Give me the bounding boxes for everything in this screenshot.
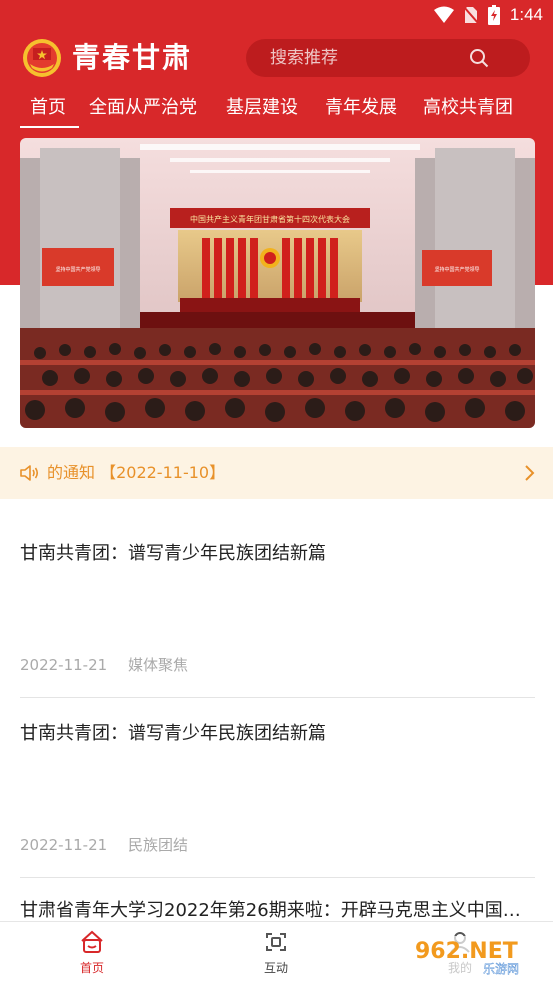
tab-youth-development[interactable]: 青年发展	[325, 92, 397, 124]
active-tab-indicator	[20, 126, 79, 128]
banner-carousel[interactable]: 坚持中国共产党领导 坚持中国共产党领导 中国共产主义青年团甘肃省第十四次代表大会	[20, 138, 535, 428]
nav-home-label: 首页	[79, 961, 104, 975]
notice-bar[interactable]: 的通知 【2022-11-10】	[0, 447, 553, 499]
news-item[interactable]: 甘南共青团：谱写青少年民族团结新篇 2022-11-21 民族团结	[20, 721, 535, 861]
status-time: 1:44	[509, 5, 543, 24]
left-screen-text: 坚持中国共产党领导	[55, 266, 100, 273]
watermark-subtext: 乐游网	[483, 962, 519, 976]
battery-icon	[487, 5, 500, 25]
status-bar: 1:44	[0, 0, 553, 32]
youth-league-emblem-icon	[23, 39, 61, 77]
app-title: 青春甘肃	[72, 41, 193, 74]
tab-university-league[interactable]: 高校共青团	[423, 92, 513, 124]
news-title: 甘南共青团：谱写青少年民族团结新篇	[20, 723, 326, 744]
no-sim-icon	[463, 6, 478, 24]
tab-grassroots[interactable]: 基层建设	[226, 92, 298, 124]
nav-interact[interactable]: 互动	[236, 928, 316, 976]
divider	[20, 877, 535, 878]
news-title: 甘南共青团：谱写青少年民族团结新篇	[20, 543, 326, 564]
home-icon	[81, 930, 103, 953]
nav-interact-label: 互动	[263, 961, 288, 975]
chevron-right-icon	[525, 465, 535, 481]
search-icon[interactable]	[468, 47, 490, 69]
news-date: 2022-11-21	[20, 836, 108, 854]
tab-home[interactable]: 首页	[30, 92, 66, 124]
news-category: 媒体聚焦	[128, 656, 189, 674]
nav-home[interactable]: 首页	[52, 928, 132, 976]
search-input[interactable]: 搜索推荐	[246, 39, 530, 77]
site-watermark: 962.NET 乐游网	[407, 932, 547, 978]
interact-icon	[266, 933, 286, 951]
wifi-icon	[433, 6, 454, 23]
category-tabs: 首页 全面从严治党 基层建设 青年发展 高校共青团	[0, 92, 553, 132]
search-placeholder: 搜索推荐	[270, 48, 338, 68]
right-screen-text: 坚持中国共产党领导	[434, 266, 479, 273]
banner-image: 坚持中国共产党领导 坚持中国共产党领导 中国共产主义青年团甘肃省第十四次代表大会	[20, 138, 535, 428]
notice-text: 的通知 【2022-11-10】	[47, 463, 226, 482]
watermark-text: 962.NET	[415, 939, 518, 964]
tab-party-discipline[interactable]: 全面从严治党	[89, 92, 197, 124]
divider	[20, 697, 535, 698]
speaker-icon	[20, 465, 39, 481]
stage-banner-text: 中国共产主义青年团甘肃省第十四次代表大会	[190, 214, 350, 224]
news-category: 民族团结	[128, 836, 189, 854]
news-date: 2022-11-21	[20, 656, 108, 674]
news-item[interactable]: 甘南共青团：谱写青少年民族团结新篇 2022-11-21 媒体聚焦	[20, 541, 535, 681]
